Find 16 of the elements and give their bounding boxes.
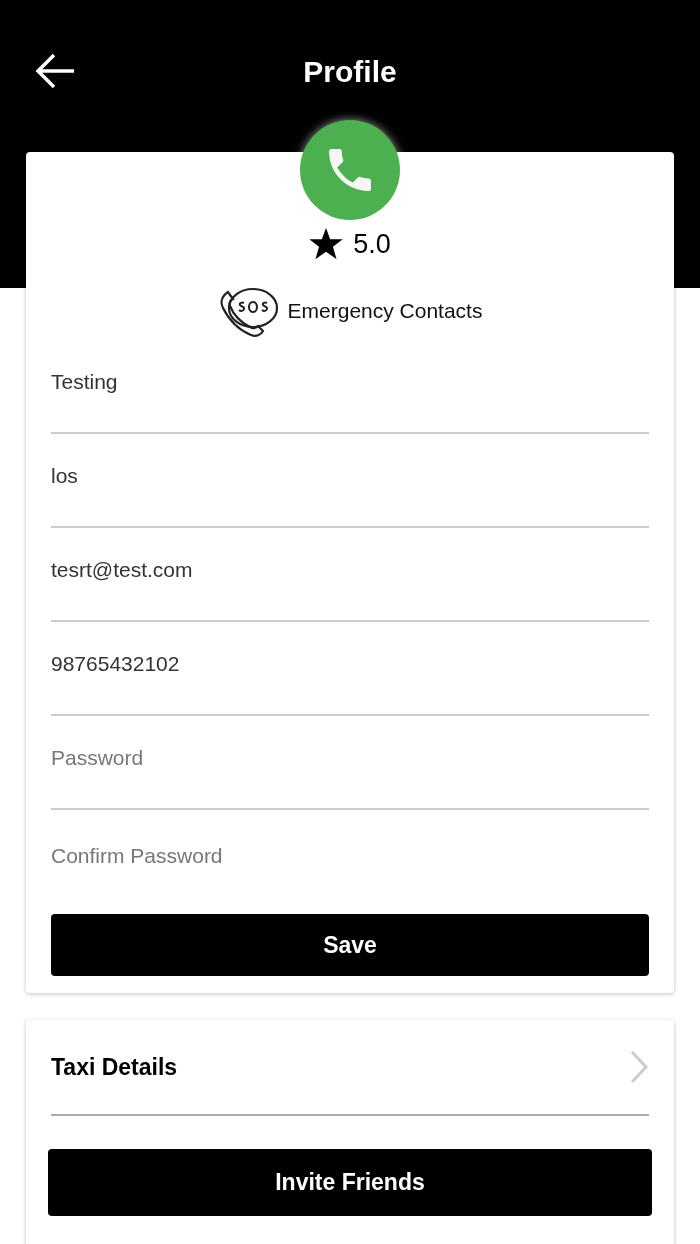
input-field[interactable]: Testing bbox=[51, 340, 649, 434]
back-button[interactable] bbox=[34, 52, 76, 90]
menu-item[interactable]: Taxi Details bbox=[51, 1020, 649, 1116]
chevron-right-icon bbox=[629, 1050, 649, 1084]
star-icon bbox=[309, 228, 344, 260]
rating-value: 5.0 bbox=[353, 228, 391, 260]
page-title: Profile bbox=[303, 54, 397, 90]
input-field[interactable]: 98765432102 bbox=[51, 622, 649, 716]
save-button[interactable]: Save bbox=[51, 914, 649, 976]
input-field[interactable]: Confirm Password bbox=[51, 810, 649, 910]
emergency-contacts-label[interactable]: Emergency Contacts bbox=[287, 299, 483, 323]
menu-item-label: Taxi Details bbox=[51, 1053, 178, 1081]
input-field[interactable]: los bbox=[51, 434, 649, 528]
input-field[interactable]: Password bbox=[51, 716, 649, 810]
input-field[interactable]: tesrt@test.com bbox=[51, 528, 649, 622]
invite-friends-button[interactable]: Invite Friends bbox=[48, 1149, 652, 1216]
